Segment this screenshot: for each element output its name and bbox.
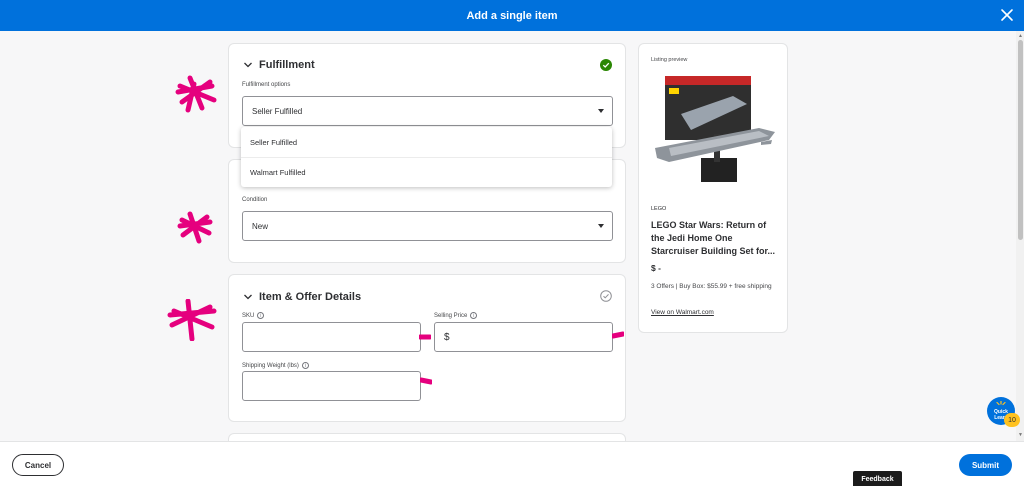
fulfillment-select-value: Seller Fulfilled [252, 106, 303, 116]
chevron-down-icon[interactable] [243, 292, 253, 302]
annotation-dash-3 [420, 377, 432, 385]
fulfillment-title: Fulfillment [259, 59, 315, 71]
check-circle-outline-icon [600, 290, 612, 302]
shipping-weight-label-text: Shipping Weight (lbs) [242, 362, 299, 369]
selling-price-input[interactable]: $ [434, 322, 613, 352]
scroll-up-arrow-icon[interactable]: ▲ [1018, 33, 1023, 39]
modal-header: Add a single item [0, 0, 1024, 31]
dropdown-option-walmart-fulfilled[interactable]: Walmart Fulfilled [241, 157, 612, 187]
selling-price-label: Selling Price i [434, 312, 478, 319]
selling-price-label-text: Selling Price [434, 312, 468, 319]
shipping-weight-input[interactable] [242, 371, 421, 401]
scroll-down-arrow-icon[interactable]: ▼ [1018, 432, 1023, 438]
annotation-dash-1 [419, 334, 431, 340]
product-offers: 3 Offers | Buy Box: $55.99 + free shippi… [651, 283, 772, 290]
next-section [228, 433, 626, 441]
item-offer-section: Item & Offer Details SKU i Selling Price… [228, 274, 626, 422]
quick-learn-badge: 10 [1004, 413, 1020, 427]
annotation-star-3 [167, 299, 217, 341]
dropdown-caret-icon [598, 224, 604, 228]
info-icon[interactable]: i [301, 362, 309, 369]
fulfillment-dropdown-menu: Seller Fulfilled Walmart Fulfilled [241, 127, 612, 187]
check-circle-icon [600, 59, 612, 71]
annotation-dash-2 [612, 331, 624, 339]
feedback-button[interactable]: Feedback [853, 471, 902, 486]
listing-preview: Listing preview LEGO LEGO Star Wars: Ret… [638, 43, 788, 333]
modal-footer: Cancel Feedback Submit [0, 441, 1024, 486]
fulfillment-select[interactable]: Seller Fulfilled [242, 96, 613, 126]
product-image [655, 76, 775, 182]
condition-label: Condition [242, 197, 268, 203]
view-on-walmart-link[interactable]: View on Walmart.com [651, 309, 714, 316]
close-icon[interactable] [999, 7, 1015, 23]
sku-label-text: SKU [242, 312, 255, 319]
item-offer-title: Item & Offer Details [259, 291, 362, 303]
submit-button[interactable]: Submit [959, 454, 1012, 476]
annotation-star-2 [177, 211, 213, 244]
product-brand: LEGO [651, 206, 667, 212]
dropdown-caret-icon [598, 109, 604, 113]
dropdown-option-seller-fulfilled[interactable]: Seller Fulfilled [241, 127, 612, 157]
sku-label: SKU i [242, 312, 265, 319]
condition-select-value: New [252, 221, 269, 231]
fulfillment-options-label: Fulfillment options [242, 82, 291, 88]
info-icon[interactable]: i [470, 312, 478, 319]
cancel-button[interactable]: Cancel [12, 454, 64, 476]
product-price: $ - [651, 263, 661, 273]
info-icon[interactable]: i [257, 312, 265, 319]
chevron-down-icon[interactable] [243, 60, 253, 70]
currency-prefix: $ [444, 331, 450, 343]
condition-select[interactable]: New [242, 211, 613, 241]
listing-preview-label: Listing preview [651, 57, 688, 63]
spark-icon [996, 401, 1006, 406]
sku-input[interactable] [242, 322, 421, 352]
modal-title: Add a single item [466, 9, 558, 22]
scrollbar-thumb[interactable] [1018, 40, 1023, 240]
annotation-star-1 [175, 75, 217, 113]
shipping-weight-label: Shipping Weight (lbs) i [242, 362, 309, 369]
product-name: LEGO Star Wars: Return of the Jedi Home … [651, 220, 776, 256]
form-content: Fulfillment Fulfillment options Seller F… [0, 31, 1024, 441]
